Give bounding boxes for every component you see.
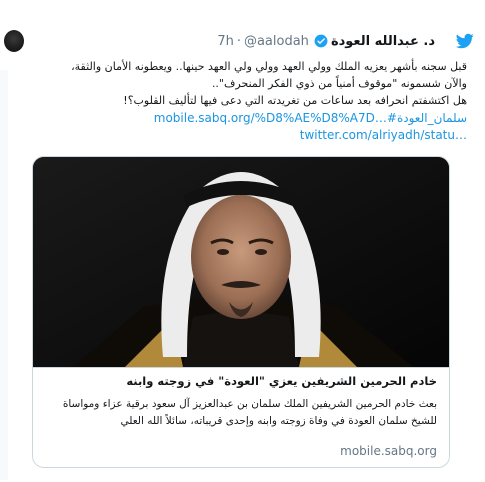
embedded-tweet: د. عبدالله العودة @aalodah · 7h قبل سجنه… (0, 0, 485, 482)
card-description-line: بعث خادم الحرمين الشريفين الملك سلمان بن… (62, 398, 437, 410)
tweet-text-line: قبل سجنه بأشهر يعزيه الملك وولي العهد وو… (71, 60, 467, 73)
verified-badge-icon (314, 34, 328, 48)
card-image[interactable] (33, 157, 449, 367)
tweet-time[interactable]: 7h (217, 34, 234, 49)
card-body[interactable]: خادم الحرمين الشريفين يعزي "العودة" في ز… (33, 367, 449, 467)
tweet-link-sabq[interactable]: mobile.sabq.org/%D8%AE%D8%A7D…#سلمان_الع… (24, 111, 467, 125)
card-title[interactable]: خادم الحرمين الشريفين يعزي "العودة" في ز… (43, 374, 437, 388)
link-preview-card[interactable]: خادم الحرمين الشريفين يعزي "العودة" في ز… (32, 156, 450, 468)
tweet-text-line: هل اكتشفتم انحرافه بعد ساعات من تغريدته … (123, 94, 467, 107)
separator-dot: · (236, 33, 241, 49)
tweet-link-twitter[interactable]: twitter.com/alriyadh/statu… (24, 128, 467, 142)
avatar[interactable] (4, 30, 24, 52)
card-domain[interactable]: mobile.sabq.org (43, 444, 437, 458)
twitter-bird-icon[interactable] (455, 32, 475, 50)
author-handle[interactable]: @aalodah (244, 34, 309, 49)
card-description-line: للشيخ سلمان العودة في وفاة زوجته وابنه و… (120, 415, 437, 427)
tweet-text-line: والآن شسمونه "موقوف أمنياً من ذوي الفكر … (211, 77, 467, 90)
king-portrait-image (33, 157, 449, 367)
tweet-header: د. عبدالله العودة @aalodah · 7h (40, 32, 475, 50)
left-gutter (0, 70, 8, 480)
author-name[interactable]: د. عبدالله العودة (331, 34, 435, 49)
tweet-text: قبل سجنه بأشهر يعزيه الملك وولي العهد وو… (24, 58, 467, 109)
card-description: بعث خادم الحرمين الشريفين الملك سلمان بن… (43, 396, 437, 430)
